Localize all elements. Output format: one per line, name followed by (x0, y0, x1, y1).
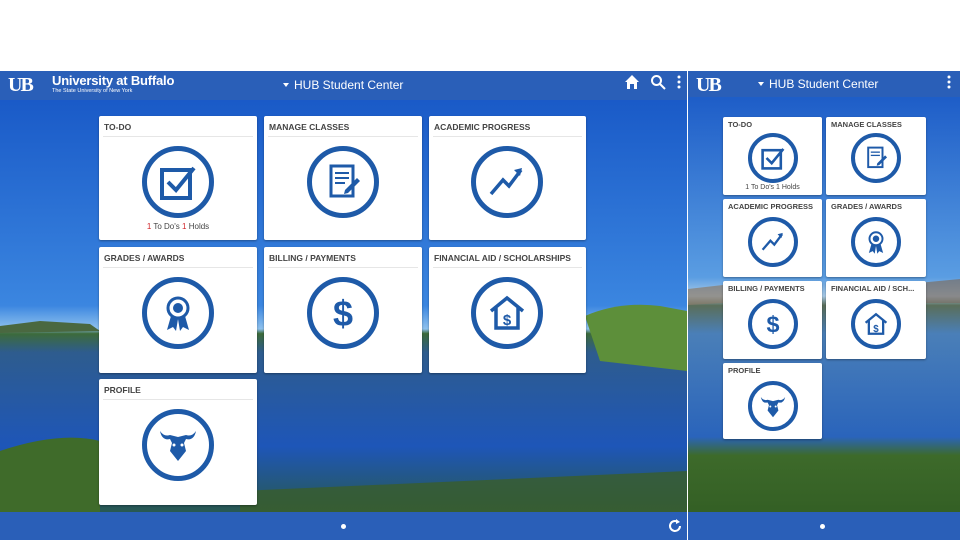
page-title-dropdown[interactable]: HUB Student Center (758, 77, 878, 91)
tile-billing-payments[interactable]: BILLING / PAYMENTS $ (264, 247, 422, 373)
dollar-icon: $ (748, 299, 798, 349)
checkbox-icon (142, 146, 214, 218)
checkbox-icon (748, 133, 798, 183)
page-title-dropdown[interactable]: HUB Student Center (283, 78, 403, 92)
tile-title: BILLING / PAYMENTS (269, 253, 356, 263)
page-title: HUB Student Center (294, 78, 404, 92)
svg-text:$: $ (873, 324, 879, 335)
house-dollar-icon: $ (471, 277, 543, 349)
svg-text:$: $ (766, 311, 779, 337)
trend-arrow-icon (748, 217, 798, 267)
tile-title: FINANCIAL AID / SCHOLARSHIPS (434, 253, 571, 263)
top-nav-bar: UB University at Buffalo The State Unive… (0, 71, 687, 100)
svg-text:$: $ (333, 293, 353, 333)
tile-billing-payments[interactable]: BILLING / PAYMENTS $ (723, 281, 822, 359)
document-pencil-icon (307, 146, 379, 218)
todo-status: 1 To Do's 1 Holds (146, 222, 210, 231)
trend-arrow-icon (471, 146, 543, 218)
tile-title: GRADES / AWARDS (831, 202, 902, 211)
tile-todo[interactable]: TO-DO 1 To Do's 1 Holds (99, 116, 257, 240)
svg-text:UB: UB (8, 74, 33, 95)
award-ribbon-icon (142, 277, 214, 349)
tile-grades-awards[interactable]: GRADES / AWARDS (99, 247, 257, 373)
phone-screen: UB HUB Student Center TO-DO 1 To Do's 1 … (688, 71, 960, 540)
tile-title: TO-DO (728, 120, 753, 129)
dollar-icon: $ (307, 277, 379, 349)
ub-logo-mark-icon: UB (8, 74, 35, 95)
tile-grades-awards[interactable]: GRADES / AWARDS (826, 199, 926, 277)
caret-down-icon (758, 82, 764, 86)
more-vert-icon[interactable] (676, 74, 682, 90)
tile-profile[interactable]: PROFILE (723, 363, 822, 439)
todo-status: 1 To Do's 1 Holds (745, 184, 800, 191)
page-title: HUB Student Center (769, 77, 879, 91)
bottom-bar (688, 512, 960, 540)
document-pencil-icon (851, 133, 901, 183)
tablet-screen: UB University at Buffalo The State Unive… (0, 71, 687, 540)
tile-manage-classes[interactable]: MANAGE CLASSES (826, 117, 926, 195)
tile-title: MANAGE CLASSES (269, 122, 350, 132)
tile-title: ACADEMIC PROGRESS (728, 202, 814, 211)
svg-text:UB: UB (696, 74, 721, 95)
refresh-icon[interactable] (667, 518, 683, 534)
bottom-bar (0, 512, 687, 540)
tile-title: MANAGE CLASSES (831, 120, 902, 129)
tile-financial-aid[interactable]: FINANCIAL AID / SCHOLARSHIPS $ (429, 247, 586, 373)
tile-title: FINANCIAL AID / SCH... (831, 284, 915, 293)
ub-logo-mark-icon: UB (696, 74, 723, 95)
page-dot-icon[interactable] (820, 524, 825, 529)
svg-text:$: $ (503, 312, 512, 329)
ub-logo[interactable]: UB University at Buffalo The State Unive… (6, 73, 174, 95)
more-vert-icon[interactable] (946, 74, 952, 90)
tile-title: ACADEMIC PROGRESS (434, 122, 531, 132)
university-subtitle: The State University of New York (52, 87, 133, 94)
home-icon[interactable] (624, 74, 640, 90)
tile-academic-progress[interactable]: ACADEMIC PROGRESS (429, 116, 586, 240)
house-dollar-icon: $ (851, 299, 901, 349)
search-icon[interactable] (650, 74, 666, 90)
page-dot-icon[interactable] (341, 524, 346, 529)
tile-title: TO-DO (104, 122, 132, 132)
tile-manage-classes[interactable]: MANAGE CLASSES (264, 116, 422, 240)
bull-icon (748, 381, 798, 431)
award-ribbon-icon (851, 217, 901, 267)
caret-down-icon (283, 83, 289, 87)
university-name: University at Buffalo (52, 72, 175, 88)
tile-title: PROFILE (728, 366, 761, 375)
tile-profile[interactable]: PROFILE (99, 379, 257, 505)
tile-title: BILLING / PAYMENTS (728, 284, 805, 293)
bull-icon (142, 409, 214, 481)
tile-title: PROFILE (104, 385, 141, 395)
ub-logo[interactable]: UB (694, 73, 736, 95)
top-nav-bar: UB HUB Student Center (688, 71, 960, 97)
tile-todo[interactable]: TO-DO 1 To Do's 1 Holds (723, 117, 822, 195)
tile-financial-aid[interactable]: FINANCIAL AID / SCH... $ (826, 281, 926, 359)
tile-academic-progress[interactable]: ACADEMIC PROGRESS (723, 199, 822, 277)
tile-title: GRADES / AWARDS (104, 253, 185, 263)
